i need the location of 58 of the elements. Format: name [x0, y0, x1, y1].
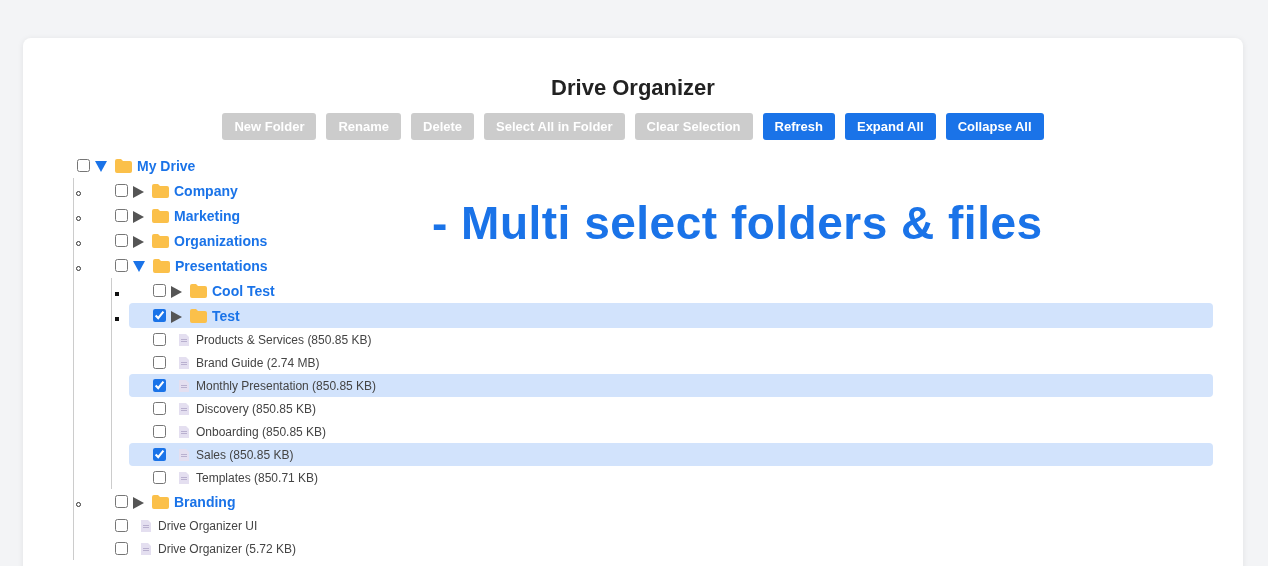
folder-name[interactable]: Presentations: [175, 257, 268, 274]
checkbox[interactable]: [153, 471, 166, 484]
checkbox[interactable]: [153, 402, 166, 415]
file-icon: [179, 379, 189, 392]
file-icon: [141, 542, 151, 555]
checkbox[interactable]: [115, 542, 128, 555]
toolbar-button[interactable]: Collapse All: [945, 113, 1044, 140]
file-name[interactable]: Onboarding (850.85 KB): [196, 424, 327, 439]
checkbox[interactable]: [115, 495, 128, 508]
folder-icon: [115, 158, 132, 173]
checkbox[interactable]: [153, 425, 166, 438]
folder-icon: [152, 233, 169, 248]
file-name[interactable]: Discovery (850.85 KB): [196, 401, 317, 416]
file-icon: [179, 333, 189, 346]
file-name[interactable]: Drive Organizer UI: [158, 518, 258, 533]
file-name[interactable]: Templates (850.71 KB): [196, 470, 319, 485]
file-icon: [179, 448, 189, 461]
toolbar-button[interactable]: Refresh: [762, 113, 835, 140]
checkbox[interactable]: [153, 309, 166, 322]
file-name[interactable]: Monthly Presentation (850.85 KB): [196, 378, 377, 393]
file-icon: [141, 519, 151, 532]
folder-name[interactable]: Cool Test: [212, 282, 275, 299]
folder-icon: [152, 183, 169, 198]
bullet-icon: [115, 291, 119, 296]
folder-icon: [190, 283, 207, 298]
file-name[interactable]: Products & Services (850.85 KB): [196, 332, 372, 347]
checkbox[interactable]: [115, 209, 128, 222]
folder-icon: [190, 308, 207, 323]
checkbox[interactable]: [115, 184, 128, 197]
checkbox[interactable]: [153, 448, 166, 461]
toolbar-button[interactable]: Expand All: [844, 113, 936, 140]
file-name[interactable]: Brand Guide (2.74 MB): [196, 355, 320, 370]
folder-name[interactable]: Marketing: [174, 207, 241, 224]
checkbox[interactable]: [153, 356, 166, 369]
checkbox[interactable]: [153, 379, 166, 392]
annotation-text: - Multi select folders & files: [432, 196, 1043, 250]
bullet-icon: [115, 316, 119, 321]
file-icon: [179, 425, 189, 438]
file-name[interactable]: Sales (850.85 KB): [196, 447, 294, 462]
page-title: Drive Organizer: [550, 74, 716, 102]
checkbox[interactable]: [115, 259, 128, 272]
checkbox[interactable]: [153, 284, 166, 297]
file-icon: [179, 471, 189, 484]
checkbox[interactable]: [77, 159, 90, 172]
folder-icon: [152, 208, 169, 223]
folder-name[interactable]: Branding: [174, 493, 236, 510]
folder-name[interactable]: My Drive: [137, 157, 196, 174]
folder-name[interactable]: Organizations: [174, 232, 268, 249]
file-icon: [179, 402, 189, 415]
checkbox[interactable]: [115, 234, 128, 247]
checkbox[interactable]: [153, 333, 166, 346]
checkbox[interactable]: [115, 519, 128, 532]
folder-name[interactable]: Company: [174, 182, 238, 199]
folder-name[interactable]: Test: [212, 307, 240, 324]
file-icon: [179, 356, 189, 369]
folder-icon: [152, 494, 169, 509]
folder-icon: [153, 258, 170, 273]
file-name[interactable]: Drive Organizer (5.72 KB): [158, 541, 297, 556]
